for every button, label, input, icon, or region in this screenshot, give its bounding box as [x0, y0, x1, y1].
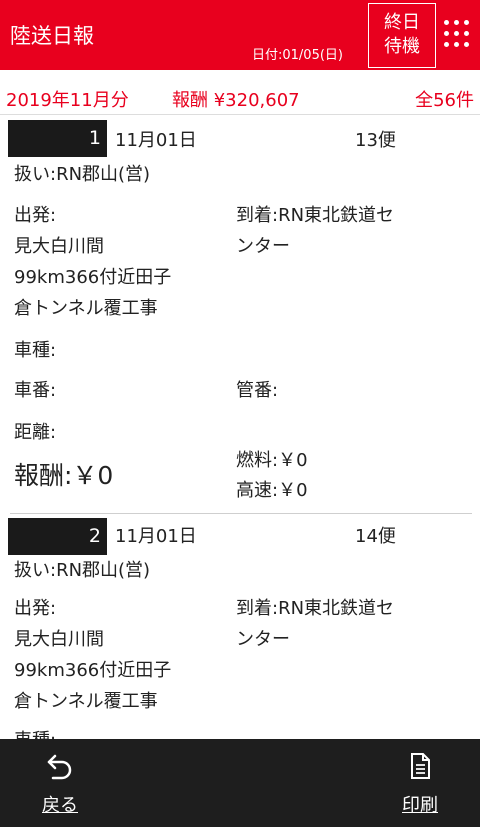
record-item[interactable]: 1 11月01日 13便 扱い:RN郡山(営) 出発: 見大白川間 99km36…: [0, 120, 480, 512]
end-wait-label-line1: 終日: [384, 12, 420, 33]
print-button[interactable]: 印刷: [390, 751, 450, 821]
record-vehicle-number: 車番:: [14, 380, 57, 401]
departure-line: 倉トンネル覆工事: [14, 691, 158, 712]
record-bin: 14便: [355, 526, 396, 547]
departure-label: 出発:: [14, 205, 57, 226]
app-header: 陸送日報 日付:01/05(日) 終日 待機: [0, 0, 480, 70]
record-departure: 出発: 見大白川間 99km366付近田子 倉トンネル覆工事: [14, 593, 171, 717]
record-number-badge: 1: [8, 120, 107, 157]
departure-line: 見大白川間: [14, 629, 104, 650]
record-number-badge: 2: [8, 518, 107, 555]
arrival-line: ンター: [236, 629, 290, 650]
date-label: 日付:01/05(日): [252, 48, 343, 63]
record-arrival: 到着:RN東北鉄道セ ンター: [236, 593, 394, 655]
departure-label: 出発:: [14, 598, 57, 619]
back-label: 戻る: [42, 795, 78, 816]
departure-line: 99km366付近田子: [14, 660, 172, 681]
departure-line: 99km366付近田子: [14, 267, 172, 288]
bottom-toolbar: 戻る 印刷: [0, 739, 480, 827]
record-reward: 報酬:￥0: [14, 461, 114, 490]
record-vehicle-type: 車種:: [14, 340, 57, 361]
document-icon: [411, 753, 430, 779]
divider: [0, 114, 480, 115]
arrival-line: 到着:RN東北鉄道セ: [236, 598, 395, 619]
back-arrow-icon: [47, 754, 72, 780]
departure-line: 倉トンネル覆工事: [14, 298, 158, 319]
arrival-line: ンター: [236, 236, 290, 257]
app-title: 陸送日報: [10, 24, 94, 48]
summary-count: 全56件: [415, 90, 474, 111]
record-date: 11月01日: [115, 130, 197, 151]
record-item[interactable]: 2 11月01日 14便 扱い:RN郡山(営) 出発: 見大白川間 99km36…: [0, 514, 480, 739]
print-label: 印刷: [402, 795, 438, 816]
arrival-line: 到着:RN東北鉄道セ: [236, 205, 395, 226]
record-departure: 出発: 見大白川間 99km366付近田子 倉トンネル覆工事: [14, 200, 171, 324]
end-wait-label-line2: 待機: [384, 36, 420, 57]
record-management-number: 管番:: [236, 380, 279, 401]
back-button[interactable]: 戻る: [30, 751, 90, 821]
record-handler: 扱い:RN郡山(営): [14, 560, 151, 581]
record-fuel: 燃料:￥0: [236, 450, 308, 471]
summary-month: 2019年11月分: [6, 90, 129, 111]
grid-menu-icon[interactable]: [444, 20, 472, 50]
record-bin: 13便: [355, 130, 396, 151]
record-handler: 扱い:RN郡山(営): [14, 164, 151, 185]
record-vehicle-type: 車種:: [14, 726, 56, 739]
departure-line: 見大白川間: [14, 236, 104, 257]
record-distance: 距離:: [14, 422, 57, 443]
record-date: 11月01日: [115, 526, 197, 547]
summary-reward: 報酬 ¥320,607: [172, 90, 300, 111]
record-arrival: 到着:RN東北鉄道セ ンター: [236, 200, 394, 262]
end-wait-button[interactable]: 終日 待機: [368, 3, 436, 68]
record-highway: 高速:￥0: [236, 480, 308, 501]
summary-bar: 2019年11月分 報酬 ¥320,607 全56件: [0, 78, 480, 114]
